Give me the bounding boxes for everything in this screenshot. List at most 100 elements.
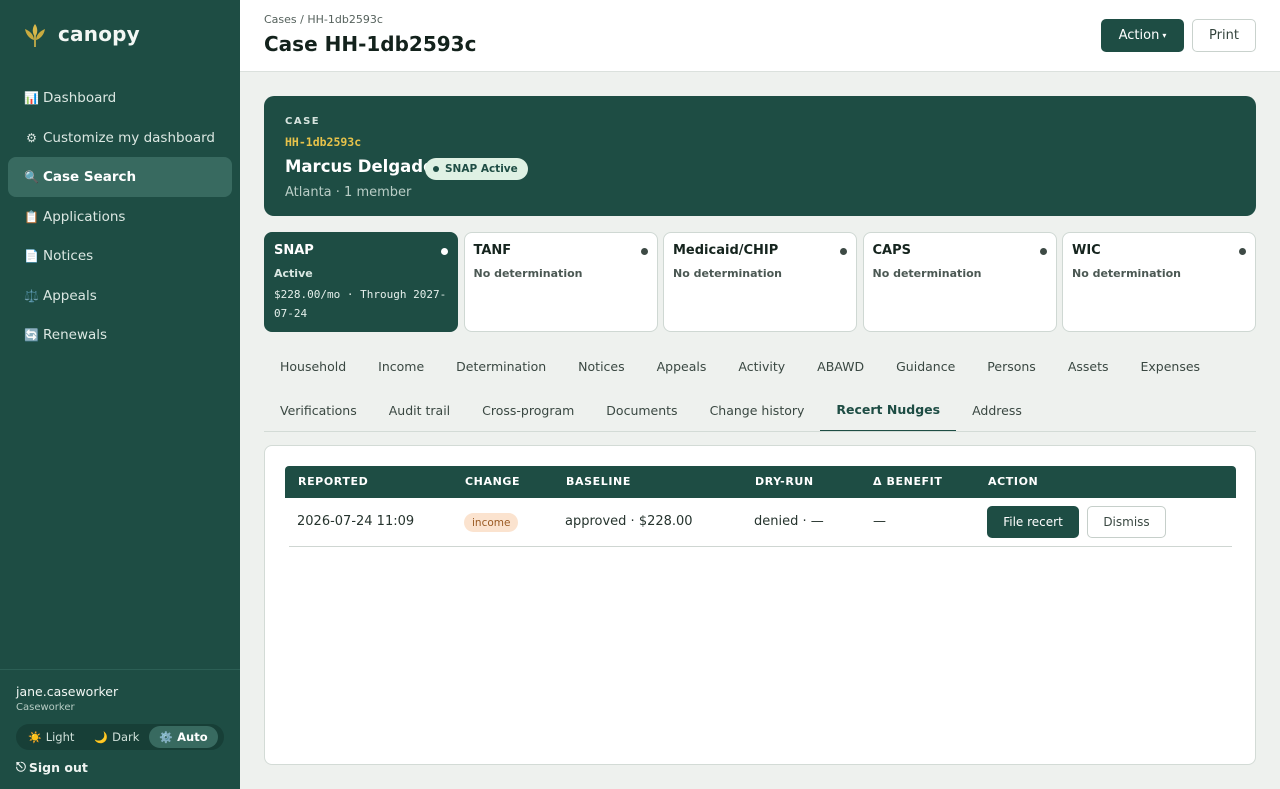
tab-change-history[interactable]: Change history: [694, 388, 821, 432]
program-tile-caps[interactable]: CAPS No determination: [862, 232, 1057, 332]
tab-cross-program[interactable]: Cross-program: [466, 388, 590, 432]
tab-income[interactable]: Income: [362, 344, 440, 388]
status-dot-icon: [433, 166, 439, 172]
clipboard-icon: 📋: [24, 209, 39, 224]
tab-address[interactable]: Address: [956, 388, 1038, 432]
status-dot-icon: [1239, 248, 1246, 255]
theme-option-label: Light: [45, 730, 75, 744]
theme-option-label: Auto: [177, 730, 208, 744]
status-badge-label: SNAP Active: [445, 163, 518, 175]
user-name: jane.caseworker: [16, 684, 119, 699]
sidebar-nav: 📊 Dashboard ⚙ Customize my dashboard 🔍 C…: [8, 78, 232, 355]
breadcrumb[interactable]: Cases / HH-1db2593c: [264, 13, 383, 26]
sidebar-item-label: Applications: [43, 208, 126, 225]
tab-audit-trail[interactable]: Audit trail: [373, 388, 466, 432]
scales-icon: ⚖️: [24, 288, 39, 303]
print-button[interactable]: Print: [1192, 19, 1256, 52]
program-name: TANF: [473, 243, 512, 258]
sidebar-footer: jane.caseworker Caseworker ☀️ Light 🌙 Da…: [0, 669, 240, 789]
tab-activity[interactable]: Activity: [722, 344, 801, 388]
case-client-name: Marcus Delgado: [285, 157, 435, 176]
program-name: Medicaid/CHIP: [673, 243, 779, 258]
page-header: Cases / HH-1db2593c Case HH-1db2593c Act…: [240, 0, 1280, 72]
tab-expenses[interactable]: Expenses: [1125, 344, 1217, 388]
sun-icon: ☀️: [28, 730, 42, 744]
file-recert-button[interactable]: File recert: [987, 506, 1079, 538]
gear-icon: ⚙: [26, 130, 37, 145]
status-dot-icon: [640, 248, 648, 255]
program-tile-snap[interactable]: SNAP Active $228.00/mo · Through 2027-07…: [264, 232, 458, 332]
tab-household[interactable]: Household: [264, 344, 362, 388]
case-meta: Atlanta · 1 member: [285, 185, 412, 200]
change-type-badge: income: [464, 513, 519, 532]
program-tile-tanf[interactable]: TANF No determination: [463, 232, 658, 332]
sidebar-item-renewals[interactable]: 🔄 Renewals: [8, 315, 232, 355]
sidebar-item-label: Dashboard: [43, 90, 117, 106]
program-status: No determination: [673, 267, 782, 280]
theme-switcher: ☀️ Light 🌙 Dark ⚙️ Auto: [16, 724, 224, 750]
tab-persons[interactable]: Persons: [971, 344, 1052, 388]
reported-cell: 2026-07-24 11:09: [297, 514, 415, 529]
tab-documents[interactable]: Documents: [590, 388, 693, 432]
column-header-reported: REPORTED: [298, 475, 369, 488]
gear-icon: ⚙️: [159, 730, 174, 744]
dry-run-cell: denied · —: [754, 514, 824, 529]
action-button-label: Action: [1118, 28, 1160, 43]
sidebar-item-label: Appeals: [43, 287, 97, 304]
tab-verifications[interactable]: Verifications: [264, 388, 373, 432]
status-dot-icon: [1039, 248, 1047, 255]
program-name: WIC: [1072, 243, 1101, 258]
dismiss-button[interactable]: Dismiss: [1087, 506, 1166, 538]
tab-abawd[interactable]: ABAWD: [801, 344, 880, 388]
sidebar-item-label: Notices: [43, 248, 94, 264]
sidebar-item-notices[interactable]: 📄 Notices: [8, 236, 232, 276]
column-header-baseline: BASELINE: [566, 475, 631, 488]
sidebar-item-dashboard[interactable]: 📊 Dashboard: [8, 78, 232, 118]
brand-name: canopy: [58, 22, 140, 46]
tab-assets[interactable]: Assets: [1052, 344, 1125, 388]
sign-out-link[interactable]: ⎋ Sign out: [16, 759, 88, 775]
sidebar-item-label: Customize my dashboard: [43, 129, 215, 146]
delta-benefit-cell: —: [873, 514, 886, 529]
chart-icon: 📊: [24, 91, 39, 105]
sidebar-item-customize[interactable]: ⚙ Customize my dashboard: [8, 118, 232, 158]
tab-notices[interactable]: Notices: [562, 344, 640, 388]
recert-nudges-panel: REPORTED CHANGE BASELINE DRY-RUN Δ BENEF…: [264, 445, 1256, 765]
chevron-down-icon: ▾: [1162, 31, 1167, 40]
action-menu-button[interactable]: Action ▾: [1101, 19, 1184, 52]
sidebar-item-label: Renewals: [43, 327, 108, 343]
column-header-delta-benefit: Δ BENEFIT: [873, 475, 943, 488]
program-detail: $228.00/mo · Through 2027-07-24: [274, 288, 447, 320]
refresh-icon: 🔄: [24, 328, 39, 342]
case-summary-card: CASE HH-1db2593c Marcus Delgado SNAP Act…: [264, 96, 1256, 216]
sidebar-item-label: Case Search: [43, 169, 137, 185]
search-icon: 🔍: [24, 170, 39, 184]
sidebar-item-case-search[interactable]: 🔍 Case Search: [8, 157, 232, 197]
sign-out-label: Sign out: [28, 759, 88, 775]
sign-out-icon: ⎋: [16, 759, 26, 774]
status-badge: SNAP Active: [425, 158, 528, 180]
moon-icon: 🌙: [94, 730, 109, 744]
sidebar-item-applications[interactable]: 📋 Applications: [8, 197, 232, 237]
wheat-logo-icon: [25, 24, 45, 47]
program-tile-medicaid-chip[interactable]: Medicaid/CHIP No determination: [663, 232, 857, 332]
page-title: Case HH-1db2593c: [264, 32, 477, 56]
tab-guidance[interactable]: Guidance: [880, 344, 971, 388]
program-tile-wic[interactable]: WIC No determination: [1062, 232, 1256, 332]
table-row: 2026-07-24 11:09 income approved · $228.…: [289, 498, 1232, 547]
user-role: Caseworker: [16, 702, 75, 713]
case-id: HH-1db2593c: [285, 135, 362, 149]
program-name: CAPS: [872, 243, 912, 258]
program-name: SNAP: [274, 243, 314, 258]
theme-auto-option[interactable]: ⚙️ Auto: [149, 726, 218, 748]
brand[interactable]: canopy: [22, 20, 140, 48]
tab-appeals[interactable]: Appeals: [641, 344, 723, 388]
program-status: No determination: [872, 267, 982, 280]
theme-light-option[interactable]: ☀️ Light: [18, 726, 84, 748]
theme-dark-option[interactable]: 🌙 Dark: [84, 726, 149, 748]
program-status: No determination: [1072, 267, 1181, 280]
sidebar-item-appeals[interactable]: ⚖️ Appeals: [8, 276, 232, 316]
tab-recert-nudges[interactable]: Recert Nudges: [820, 388, 957, 432]
program-status: Active: [274, 267, 313, 280]
tab-determination[interactable]: Determination: [440, 344, 562, 388]
